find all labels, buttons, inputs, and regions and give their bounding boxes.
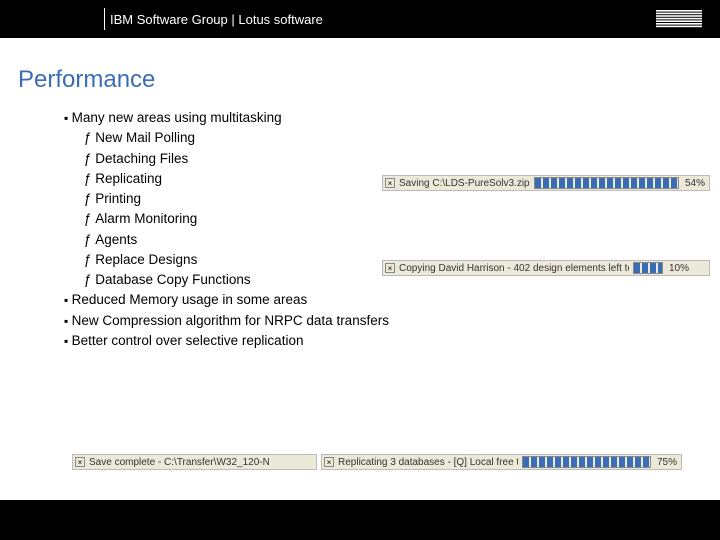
bullet-subitem: Printing	[64, 189, 720, 209]
header-text: IBM Software Group | Lotus software	[110, 12, 323, 27]
close-icon[interactable]: ×	[385, 263, 395, 273]
progress-label: Copying David Harrison - 402 design elem…	[399, 263, 629, 274]
progress-percentage: 10%	[667, 263, 691, 274]
progress-widget-copying: × Copying David Harrison - 402 design el…	[382, 260, 710, 276]
header-divider	[104, 8, 105, 30]
progress-label: Save complete - C:\Transfer\W32_120-ND_W…	[89, 457, 269, 468]
slide-content: Many new areas using multitasking New Ma…	[0, 108, 720, 351]
bullet-item: Many new areas using multitasking	[64, 108, 720, 128]
slide-title: Performance	[0, 38, 720, 108]
close-icon[interactable]: ×	[324, 457, 334, 467]
bullet-subitem: Alarm Monitoring	[64, 209, 720, 229]
progress-widget-bottom: × Save complete - C:\Transfer\W32_120-ND…	[72, 454, 682, 470]
progress-bar	[534, 177, 679, 189]
bullet-item: Better control over selective replicatio…	[64, 331, 720, 351]
progress-label: Saving C:\LDS-PureSolv3.zip	[399, 178, 530, 189]
bullet-subitem: New Mail Polling	[64, 128, 720, 148]
progress-bar	[633, 262, 663, 274]
ibm-logo	[656, 0, 702, 38]
close-icon[interactable]: ×	[75, 457, 85, 467]
progress-label: Replicating 3 databases - [Q] Local free…	[338, 457, 518, 468]
progress-percentage: 54%	[683, 178, 707, 189]
progress-widget-saving: × Saving C:\LDS-PureSolv3.zip 54%	[382, 175, 710, 191]
header-bar: IBM Software Group | Lotus software	[0, 0, 720, 38]
bullet-subitem: Detaching Files	[64, 149, 720, 169]
footer-bar	[0, 500, 720, 540]
bullet-item: New Compression algorithm for NRPC data …	[64, 311, 720, 331]
close-icon[interactable]: ×	[385, 178, 395, 188]
progress-percentage: 75%	[655, 457, 679, 468]
bullet-item: Reduced Memory usage in some areas	[64, 290, 720, 310]
progress-bar	[522, 456, 651, 468]
bullet-subitem: Agents	[64, 230, 720, 250]
